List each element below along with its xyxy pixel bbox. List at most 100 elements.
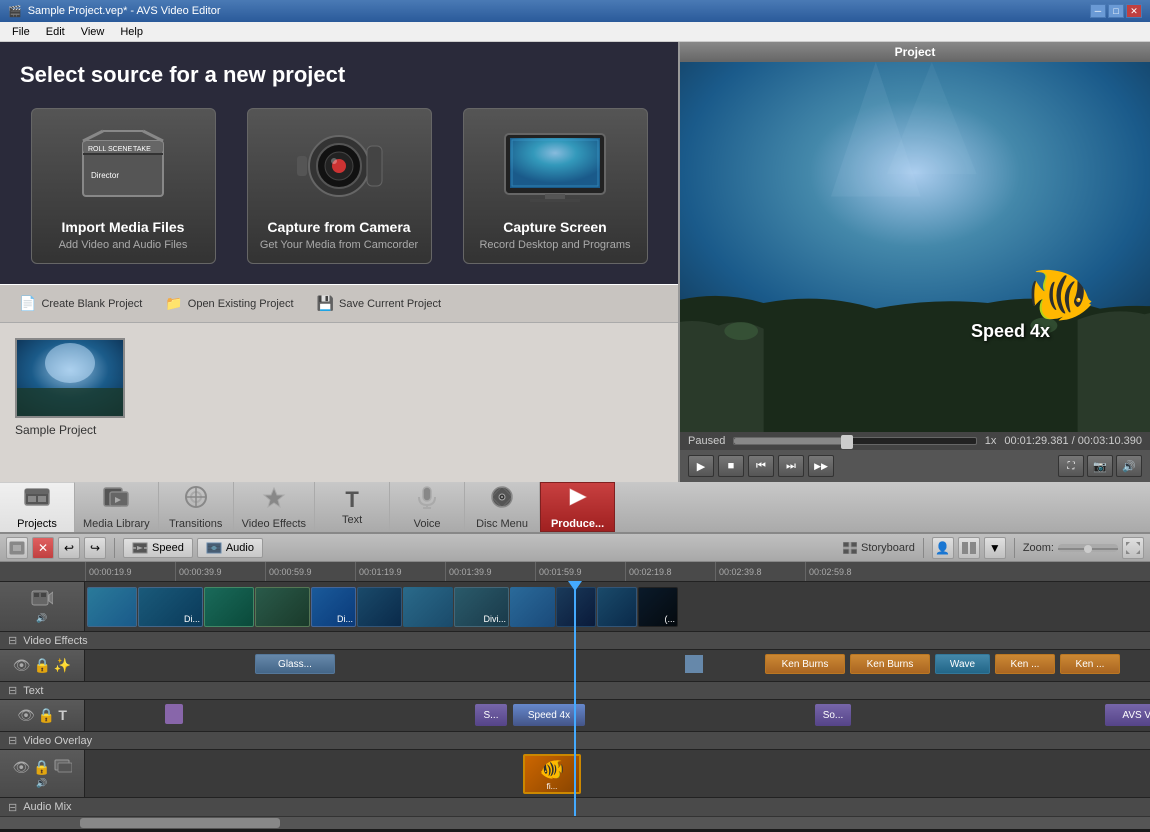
zoom-slider[interactable]	[1058, 544, 1118, 552]
storyboard-toggle[interactable]: Storyboard	[843, 542, 915, 554]
fullscreen-button[interactable]: ⛶	[1058, 455, 1084, 477]
video-effects-track: 👁 🔒 ✨ Glass... Ken Burns Ken Burns	[0, 650, 1150, 682]
progress-fill	[734, 438, 850, 444]
tab-voice[interactable]: Voice	[390, 482, 465, 532]
video-effects-track-header: ⊟ Video Effects	[0, 632, 1150, 650]
project-item[interactable]: Sample Project	[15, 338, 125, 437]
toolbar-divider-2	[923, 538, 924, 558]
projects-tab-label: Projects	[17, 518, 57, 530]
tab-projects[interactable]: Projects	[0, 482, 75, 532]
snapshot-button[interactable]: 📷	[1087, 455, 1113, 477]
capture-camera-option[interactable]: Capture from Camera Get Your Media from …	[247, 108, 432, 264]
tab-video-effects[interactable]: Video Effects	[234, 482, 315, 532]
menu-help[interactable]: Help	[112, 24, 151, 40]
redo-button[interactable]: ↪	[84, 537, 106, 559]
next-button[interactable]: ⏭	[778, 455, 804, 477]
tab-disc-menu[interactable]: Disc Menu	[465, 482, 540, 532]
view-toggle-btn[interactable]	[958, 537, 980, 559]
ken-burns-4-chip[interactable]: Ken ...	[1060, 654, 1120, 674]
speed-mode-button[interactable]: Speed	[123, 538, 193, 558]
text-speed4x-chip[interactable]: Speed 4x	[513, 704, 585, 726]
import-icon: ROLL SCENE TAKE Director	[63, 121, 183, 211]
ken-burns-1-chip[interactable]: Ken Burns	[765, 654, 845, 674]
video-track-label: 🔊	[0, 582, 85, 631]
horizontal-scrollbar[interactable]	[0, 816, 1150, 828]
save-current-button[interactable]: 💾 Save Current Project	[313, 293, 446, 314]
menu-view[interactable]: View	[73, 24, 113, 40]
glass-effect-chip[interactable]: Glass...	[255, 654, 335, 674]
progress-bar[interactable]	[733, 437, 976, 445]
video-clip[interactable]	[255, 587, 310, 627]
minimize-button[interactable]: ─	[1090, 4, 1106, 18]
close-button[interactable]: ✕	[1126, 4, 1142, 18]
text-s-chip[interactable]: S...	[475, 704, 507, 726]
audio-mix-collapse-icon[interactable]: ⊟	[8, 801, 17, 814]
menu-file[interactable]: File	[4, 24, 38, 40]
video-clip[interactable]: Di...	[311, 587, 356, 627]
clip-label: (...	[665, 614, 676, 624]
video-clip[interactable]	[357, 587, 402, 627]
ken-burns-3-chip[interactable]: Ken ...	[995, 654, 1055, 674]
menubar: File Edit View Help	[0, 22, 1150, 42]
play-button[interactable]: ▶	[688, 455, 714, 477]
dropdown-btn[interactable]: ▼	[984, 537, 1006, 559]
effects-track-label: 👁 🔒 ✨	[0, 650, 85, 681]
overlay-track-content: 🐠 fi...	[85, 750, 1150, 797]
video-clip[interactable]: Divi...	[454, 587, 509, 627]
screen-subtitle: Record Desktop and Programs	[476, 239, 635, 251]
open-existing-button[interactable]: 📁 Open Existing Project	[161, 293, 297, 314]
tab-transitions[interactable]: Transitions	[159, 482, 234, 532]
prev-button[interactable]: ⏮	[748, 455, 774, 477]
tab-produce[interactable]: Produce...	[540, 482, 615, 532]
video-track-content: Di... Di... Divi... (...	[85, 582, 1150, 631]
video-effects-label: Video Effects	[242, 518, 306, 530]
video-clip[interactable]: (...	[638, 587, 678, 627]
video-clip[interactable]	[87, 587, 137, 627]
text-avs-chip[interactable]: AVS Vide...	[1105, 704, 1150, 726]
delete-button[interactable]: ✕	[32, 537, 54, 559]
preview-title: Project	[680, 42, 1150, 62]
maximize-button[interactable]: □	[1108, 4, 1124, 18]
text-so-chip[interactable]: So...	[815, 704, 851, 726]
capture-screen-option[interactable]: Capture Screen Record Desktop and Progra…	[463, 108, 648, 264]
project-buttons: 📄 Create Blank Project 📁 Open Existing P…	[0, 284, 678, 323]
ken-burns-1-container: Ken Burns	[765, 654, 845, 674]
progress-thumb[interactable]	[841, 435, 853, 449]
video-clip[interactable]: Di...	[138, 587, 203, 627]
import-subtitle: Add Video and Audio Files	[44, 239, 203, 251]
create-blank-button[interactable]: 📄 Create Blank Project	[15, 293, 146, 314]
preview-controls: ▶ ■ ⏮ ⏭ ▶▶ ⛶ 📷 🔊	[680, 450, 1150, 482]
video-clip[interactable]	[597, 587, 637, 627]
volume-button[interactable]: 🔊	[1116, 455, 1142, 477]
tab-media-library[interactable]: Media Library	[75, 482, 159, 532]
video-clip-tool[interactable]	[6, 537, 28, 559]
preview-status-bar: Paused 1x 00:01:29.381 / 00:03:10.390	[680, 432, 1150, 450]
tab-text[interactable]: T Text	[315, 482, 390, 532]
fish-overlay-clip[interactable]: 🐠 fi...	[523, 754, 581, 794]
overlay-volume-icon: 🔊	[36, 778, 47, 789]
toolbar-divider-3	[1014, 538, 1015, 558]
video-clip[interactable]	[556, 587, 596, 627]
ken-burns-2-chip[interactable]: Ken Burns	[850, 654, 930, 674]
audio-mode-button[interactable]: Audio	[197, 538, 263, 558]
stop-button[interactable]: ■	[718, 455, 744, 477]
timeline-area: ✕ ↩ ↪ Speed Audio	[0, 534, 1150, 828]
video-clip[interactable]	[204, 587, 254, 627]
audio-mix-label: Audio Mix	[23, 801, 71, 813]
slow-motion-button[interactable]: ▶▶	[808, 455, 834, 477]
menu-edit[interactable]: Edit	[38, 24, 73, 40]
video-clip[interactable]	[403, 587, 453, 627]
effects-collapse-icon[interactable]: ⊟	[8, 634, 17, 647]
person-icon-btn[interactable]: 👤	[932, 537, 954, 559]
overlay-collapse-icon[interactable]: ⊟	[8, 734, 17, 747]
fit-zoom-btn[interactable]	[1122, 537, 1144, 559]
eye-icon-text: 👁	[17, 707, 35, 724]
text-collapse-icon[interactable]: ⊟	[8, 684, 17, 697]
save-current-icon: 💾	[317, 295, 334, 312]
video-clip[interactable]	[510, 587, 555, 627]
video-track-icon	[31, 589, 53, 610]
undo-button[interactable]: ↩	[58, 537, 80, 559]
import-media-option[interactable]: ROLL SCENE TAKE Director Import Media Fi…	[31, 108, 216, 264]
create-blank-icon: 📄	[19, 295, 36, 312]
wave-chip[interactable]: Wave	[935, 654, 990, 674]
